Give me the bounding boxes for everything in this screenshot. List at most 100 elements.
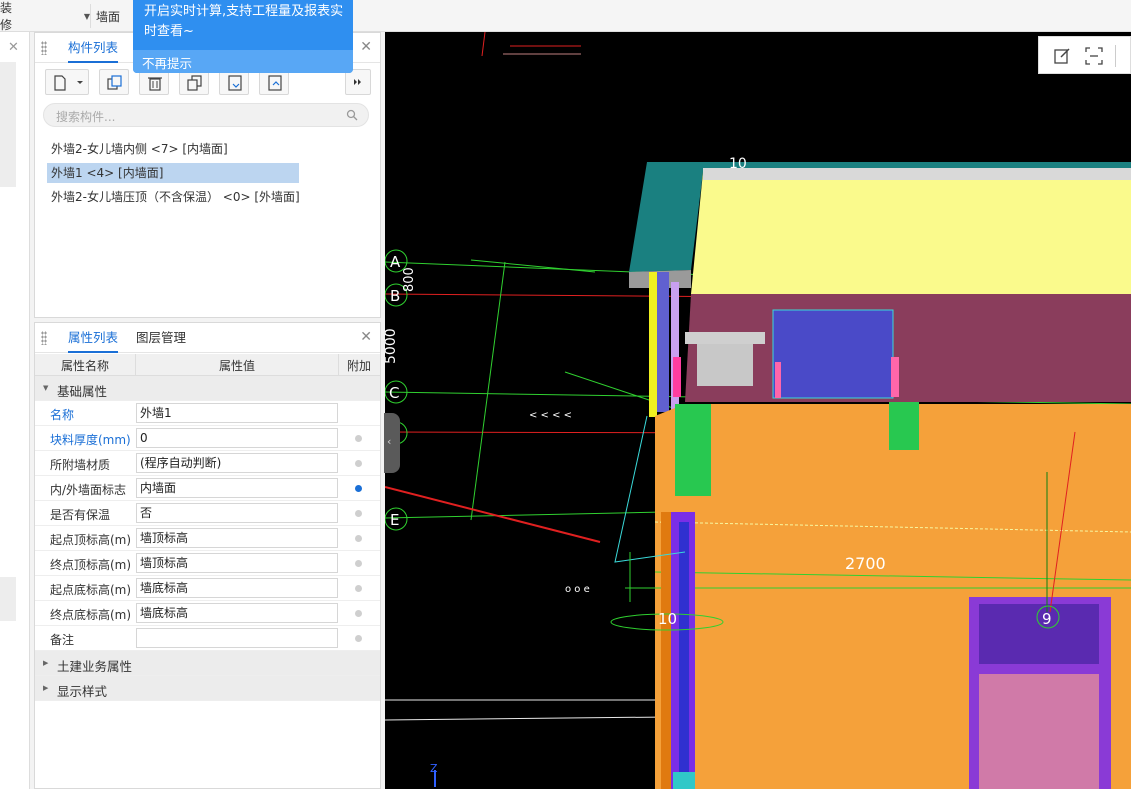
extra-radio[interactable] <box>355 610 362 617</box>
trash-icon <box>148 77 162 91</box>
column-header-value: 属性值 <box>219 359 256 373</box>
property-name: 块料厚度(mm) <box>50 433 131 447</box>
left-panel: ✕ <box>0 32 30 789</box>
property-row: 块料厚度(mm) 0 <box>35 426 380 451</box>
copy-button[interactable] <box>99 69 129 95</box>
drag-handle-icon[interactable] <box>41 331 47 345</box>
component-search[interactable]: 搜索构件... <box>43 103 369 127</box>
list-item-selected[interactable]: 外墙1 <4> [内墙面] <box>47 163 299 183</box>
new-component-button[interactable] <box>45 69 89 95</box>
close-icon[interactable]: ✕ <box>360 329 372 345</box>
group-civil-properties[interactable]: ▶ 土建业务属性 <box>35 651 380 676</box>
double-chevron-right-icon <box>354 79 361 85</box>
property-value-field[interactable]: (程序自动判断) <box>136 453 338 473</box>
scope-select[interactable]: 装修 ▼ <box>0 1 90 32</box>
group-display-style[interactable]: ▶ 显示样式 <box>35 676 380 701</box>
group-basic-properties[interactable]: ▼ 基础属性 <box>35 376 380 401</box>
property-name: 所附墙材质 <box>50 458 111 472</box>
property-value-field[interactable]: 0 <box>136 428 338 448</box>
axis-label: E <box>390 511 399 529</box>
property-name: 起点顶标高(m) <box>50 533 132 547</box>
dimension-label: 800 <box>402 267 417 292</box>
axis-label: C <box>389 384 399 402</box>
left-panel-block <box>0 62 16 187</box>
extra-radio[interactable] <box>355 585 362 592</box>
close-icon[interactable]: ✕ <box>8 40 19 55</box>
axis-label: B <box>390 287 400 305</box>
property-row: 起点底标高(m) 墙底标高 <box>35 576 380 601</box>
property-row: 起点顶标高(m) 墙顶标高 <box>35 526 380 551</box>
viewport-toolbar <box>1038 36 1131 74</box>
copy-icon <box>107 75 122 90</box>
dimension-label: 10 <box>658 610 677 628</box>
dont-show-again-button[interactable]: 不再提示 <box>133 50 353 73</box>
close-icon[interactable]: ✕ <box>360 39 372 55</box>
model-drawing[interactable]: A B C E 5000 800 < < < < o o e 10 9 10 2… <box>385 32 1131 789</box>
edit-icon[interactable] <box>1053 47 1071 65</box>
drag-handle-icon[interactable] <box>41 41 47 55</box>
list-item[interactable]: 外墙2-女儿墙压顶（不含保温） <0> [外墙面] <box>47 187 304 207</box>
table-header: 属性名称 属性值 附加 <box>35 354 380 376</box>
search-input[interactable]: 搜索构件... <box>56 108 115 125</box>
property-value-field[interactable]: 墙底标高 <box>136 578 338 598</box>
divider <box>1115 45 1116 67</box>
property-value-field[interactable]: 墙顶标高 <box>136 528 338 548</box>
extra-radio[interactable] <box>355 485 362 492</box>
extra-radio[interactable] <box>355 460 362 467</box>
property-value-field[interactable]: 否 <box>136 503 338 523</box>
component-list-panel: 构件列表 ✕ 搜索构件... 外墙2-女儿墙内侧 <7> [内墙面] 外墙1 <… <box>34 32 381 318</box>
new-file-icon <box>54 75 83 91</box>
import-icon <box>228 75 242 91</box>
extra-radio[interactable] <box>355 560 362 567</box>
tab-component-list[interactable]: 构件列表 <box>68 33 119 63</box>
property-value-field[interactable] <box>136 628 338 648</box>
property-rows: 名称 外墙1 块料厚度(mm) 0 所附墙材质 (程序自动判断) 内/外墙面标志 内墙面 是否有… <box>35 401 380 651</box>
extra-radio[interactable] <box>355 510 362 517</box>
axis-label: A <box>390 253 401 271</box>
type-select[interactable]: 墙面 <box>96 5 120 27</box>
app-window: 装修 ▼ 墙面 ✕ 构件列表 ✕ 搜索构件... 外墙2-女儿墙内侧 <7> [… <box>0 0 1131 789</box>
property-name: 备注 <box>50 633 75 647</box>
dimension-label: < < < < <box>529 410 572 421</box>
tab-layer-management[interactable]: 图层管理 <box>136 323 186 353</box>
realtime-calc-tooltip: 开启实时计算,支持工程量及报表实时查看~ 不再提示 <box>133 0 353 73</box>
extra-radio[interactable] <box>355 535 362 542</box>
property-row: 终点顶标高(m) 墙顶标高 <box>35 551 380 576</box>
property-row: 备注 <box>35 626 380 651</box>
property-value-field[interactable]: 外墙1 <box>136 403 338 423</box>
divider <box>338 354 339 376</box>
scope-select-label: 装修 <box>0 1 13 32</box>
group-label: 基础属性 <box>57 384 108 399</box>
search-icon[interactable] <box>346 109 358 121</box>
property-table: 属性名称 属性值 附加 ▼ 基础属性 名称 外墙1 块料厚度(mm) 0 所附墙材质 (程… <box>35 354 380 701</box>
list-item[interactable]: 外墙2-女儿墙内侧 <7> [内墙面] <box>47 139 232 159</box>
group-label: 显示样式 <box>57 684 108 699</box>
panel-collapse-handle[interactable]: ‹ <box>384 413 400 473</box>
property-panel: 属性列表 图层管理 ✕ 属性名称 属性值 附加 ▼ 基础属性 名称 外墙1 块料厚度… <box>34 322 381 789</box>
divider <box>135 354 136 376</box>
group-label: 土建业务属性 <box>57 659 133 674</box>
dimension-label: o o e <box>565 584 590 595</box>
tab-property-list[interactable]: 属性列表 <box>68 323 119 353</box>
3d-viewport[interactable]: A B C E 5000 800 < < < < o o e 10 9 10 2… <box>385 32 1131 789</box>
duplicate-icon <box>187 75 202 91</box>
divider <box>90 4 91 28</box>
scan-icon[interactable] <box>1085 47 1103 65</box>
property-value-field[interactable]: 墙顶标高 <box>136 553 338 573</box>
extra-radio[interactable] <box>355 635 362 642</box>
property-value-field[interactable]: 墙底标高 <box>136 603 338 623</box>
dimension-label: 5000 <box>385 328 399 364</box>
property-value-field[interactable]: 内墙面 <box>136 478 338 498</box>
property-name: 终点顶标高(m) <box>50 558 132 572</box>
export-icon <box>268 75 282 91</box>
triangle-right-icon: ▶ <box>43 684 49 692</box>
property-name: 是否有保温 <box>50 508 111 522</box>
dimension-label: 10 <box>729 156 747 172</box>
chevron-left-icon: ‹ <box>387 435 392 448</box>
triangle-down-icon: ▼ <box>43 384 49 392</box>
column-header-extra: 附加 <box>347 359 372 373</box>
extra-radio[interactable] <box>355 435 362 442</box>
property-name: 终点底标高(m) <box>50 608 132 622</box>
property-name: 内/外墙面标志 <box>50 483 127 497</box>
dimension-label: 2700 <box>845 554 886 573</box>
